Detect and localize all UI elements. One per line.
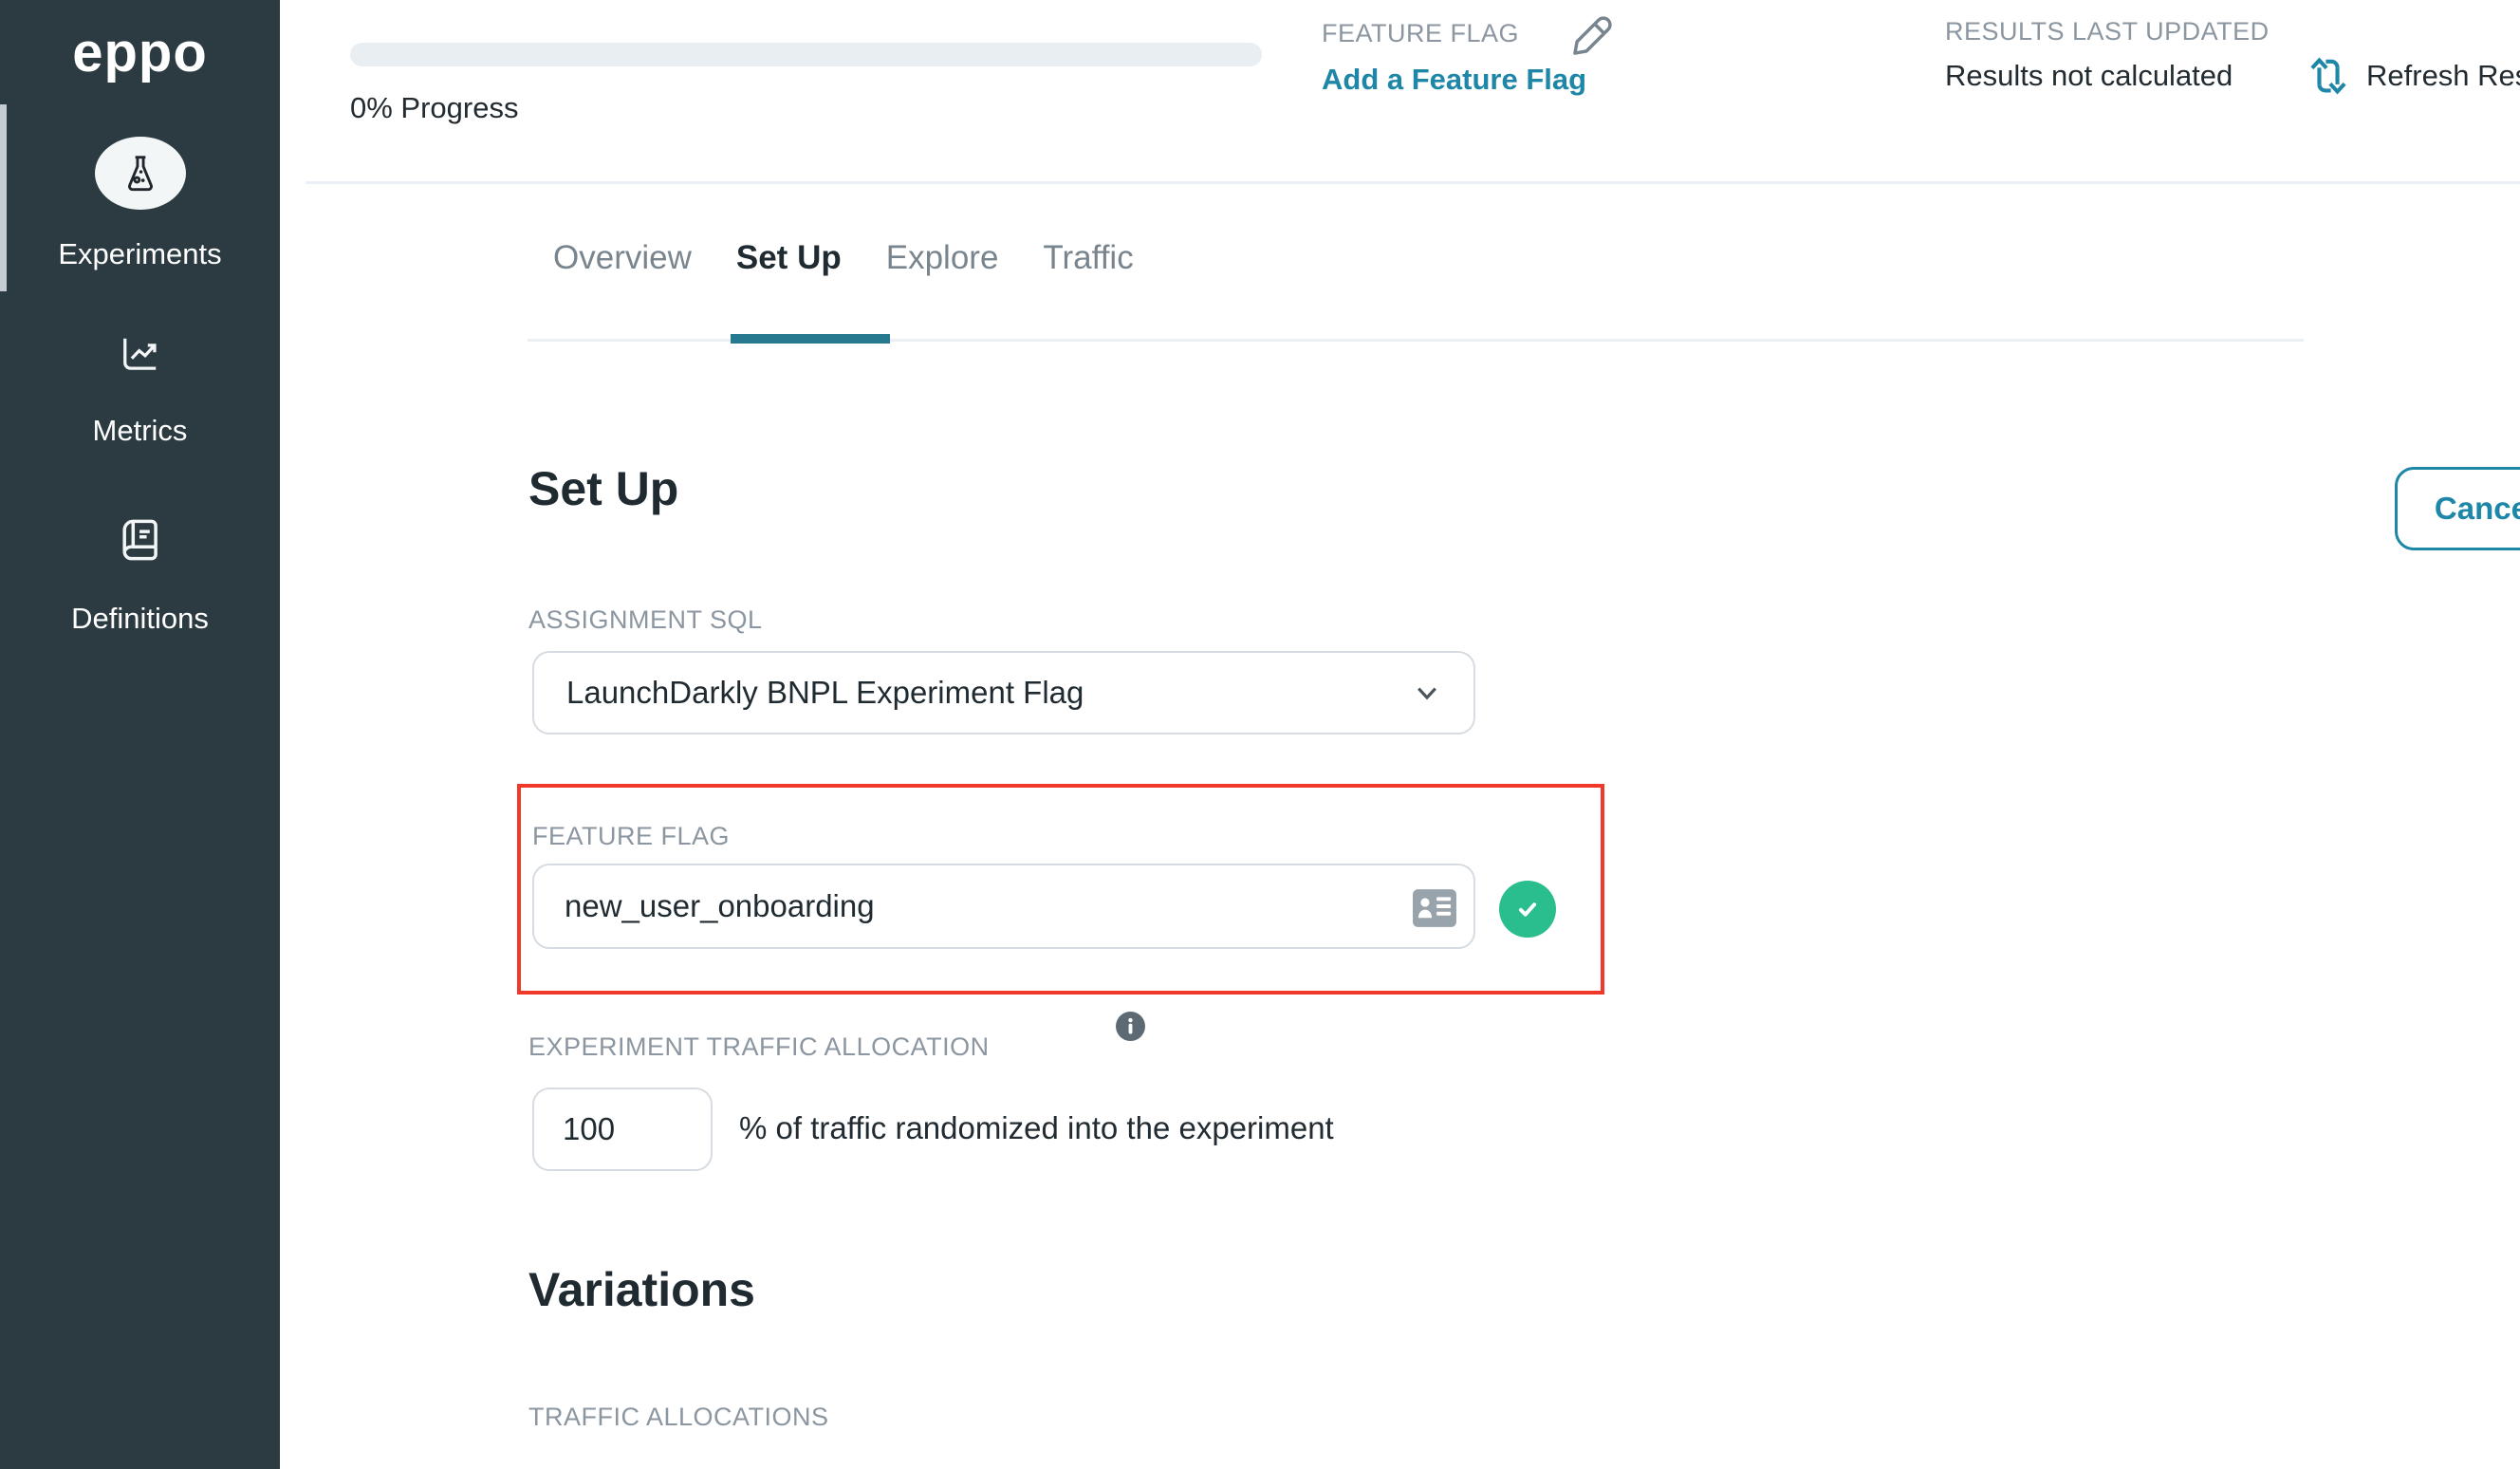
assignment-sql-value: LaunchDarkly BNPL Experiment Flag bbox=[566, 675, 1407, 711]
progress-text: 0% Progress bbox=[350, 91, 518, 125]
tab-set-up[interactable]: Set Up bbox=[736, 239, 842, 277]
header-divider bbox=[306, 181, 2520, 184]
experiments-icon-bubble bbox=[95, 137, 186, 210]
assignment-sql-label: ASSIGNMENT SQL bbox=[528, 605, 763, 635]
chevron-down-icon bbox=[1407, 673, 1447, 713]
results-status-text: Results not calculated bbox=[1945, 59, 2233, 93]
experiment-tabs: Overview Set Up Explore Traffic bbox=[553, 239, 1134, 277]
sidebar-item-experiments[interactable]: Experiments bbox=[0, 137, 280, 271]
refresh-icon[interactable] bbox=[2304, 51, 2353, 101]
id-card-icon bbox=[1412, 888, 1457, 928]
sidebar-item-metrics[interactable]: Metrics bbox=[0, 329, 280, 448]
app-screen: eppo Experiments Metrics bbox=[0, 0, 2520, 1469]
sidebar-item-label: Metrics bbox=[0, 414, 280, 448]
eppo-logo[interactable]: eppo bbox=[0, 21, 280, 84]
traffic-allocation-label: EXPERIMENT TRAFFIC ALLOCATION bbox=[528, 1032, 990, 1062]
line-chart-icon bbox=[113, 329, 168, 379]
sidebar-item-label: Definitions bbox=[0, 602, 280, 636]
valid-check-badge bbox=[1499, 881, 1556, 938]
refresh-results-link[interactable]: Refresh Results bbox=[2366, 59, 2520, 93]
book-icon bbox=[114, 511, 167, 568]
feature-flag-field-label: FEATURE FLAG bbox=[532, 822, 730, 851]
traffic-allocation-description: % of traffic randomized into the experim… bbox=[739, 1110, 1334, 1146]
edit-pencil-icon[interactable] bbox=[1566, 13, 1615, 63]
traffic-allocations-label: TRAFFIC ALLOCATIONS bbox=[528, 1403, 829, 1432]
tab-explore[interactable]: Explore bbox=[886, 239, 999, 277]
variations-heading: Variations bbox=[528, 1262, 755, 1317]
info-icon[interactable] bbox=[1116, 1012, 1145, 1041]
flask-icon bbox=[119, 150, 162, 197]
traffic-allocation-input[interactable] bbox=[532, 1088, 713, 1171]
experiment-progress-bar bbox=[350, 43, 1262, 66]
check-icon bbox=[1511, 893, 1544, 925]
tab-traffic[interactable]: Traffic bbox=[1043, 239, 1133, 277]
tab-overview[interactable]: Overview bbox=[553, 239, 692, 277]
feature-flag-header-label: FEATURE FLAG bbox=[1322, 19, 1519, 48]
add-feature-flag-link[interactable]: Add a Feature Flag bbox=[1322, 63, 1586, 97]
feature-flag-input[interactable] bbox=[532, 864, 1475, 949]
setup-heading: Set Up bbox=[528, 461, 678, 516]
assignment-sql-select[interactable]: LaunchDarkly BNPL Experiment Flag bbox=[532, 651, 1475, 734]
sidebar: eppo Experiments Metrics bbox=[0, 0, 280, 1469]
active-tab-underline bbox=[731, 334, 890, 344]
sidebar-item-label: Experiments bbox=[0, 237, 280, 271]
results-last-updated-label: RESULTS LAST UPDATED bbox=[1945, 17, 2270, 46]
sidebar-item-definitions[interactable]: Definitions bbox=[0, 511, 280, 636]
cancel-button[interactable]: Cancel bbox=[2395, 467, 2520, 550]
